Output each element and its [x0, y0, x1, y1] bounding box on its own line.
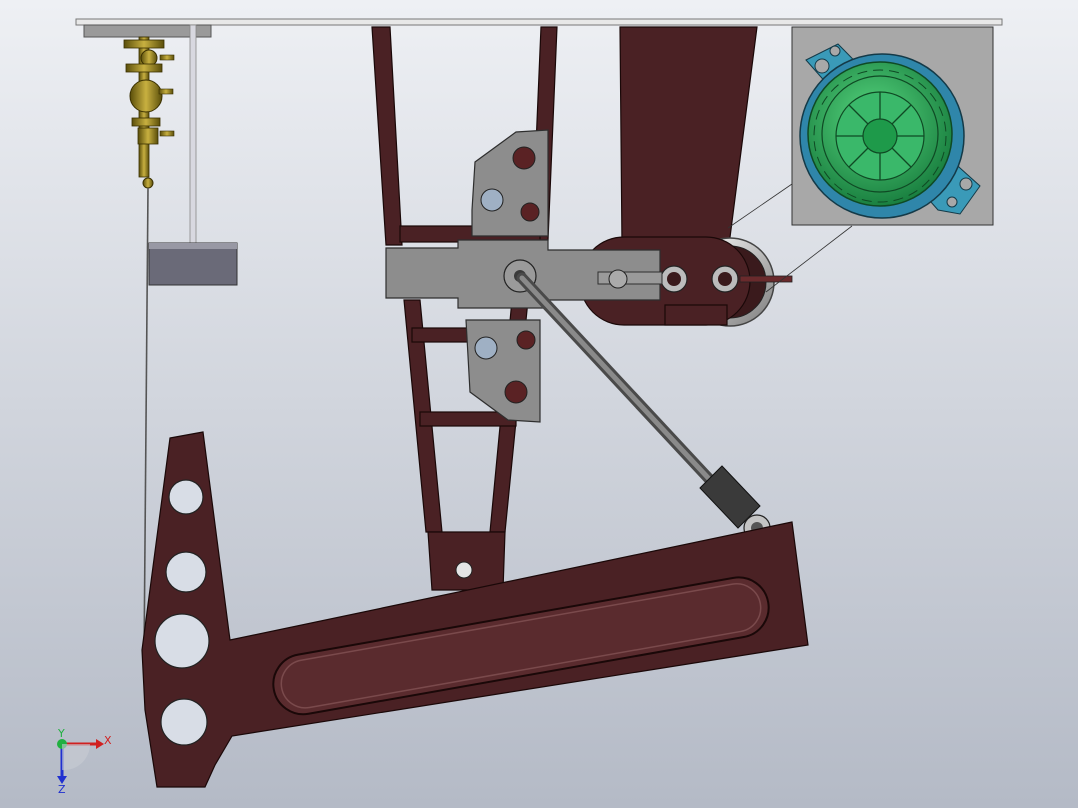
- top-plate: [75, 18, 1003, 26]
- axis-z-label: Z: [58, 783, 66, 796]
- axis-y-label: Y: [57, 727, 65, 740]
- guide-rod: [189, 24, 197, 246]
- bearing-detail-view: [791, 26, 994, 226]
- axis-x-label: X: [104, 734, 112, 747]
- cad-viewport[interactable]: X Y Z: [0, 0, 1078, 808]
- counterweight-block: [148, 242, 238, 286]
- counterweight-top: [149, 243, 237, 249]
